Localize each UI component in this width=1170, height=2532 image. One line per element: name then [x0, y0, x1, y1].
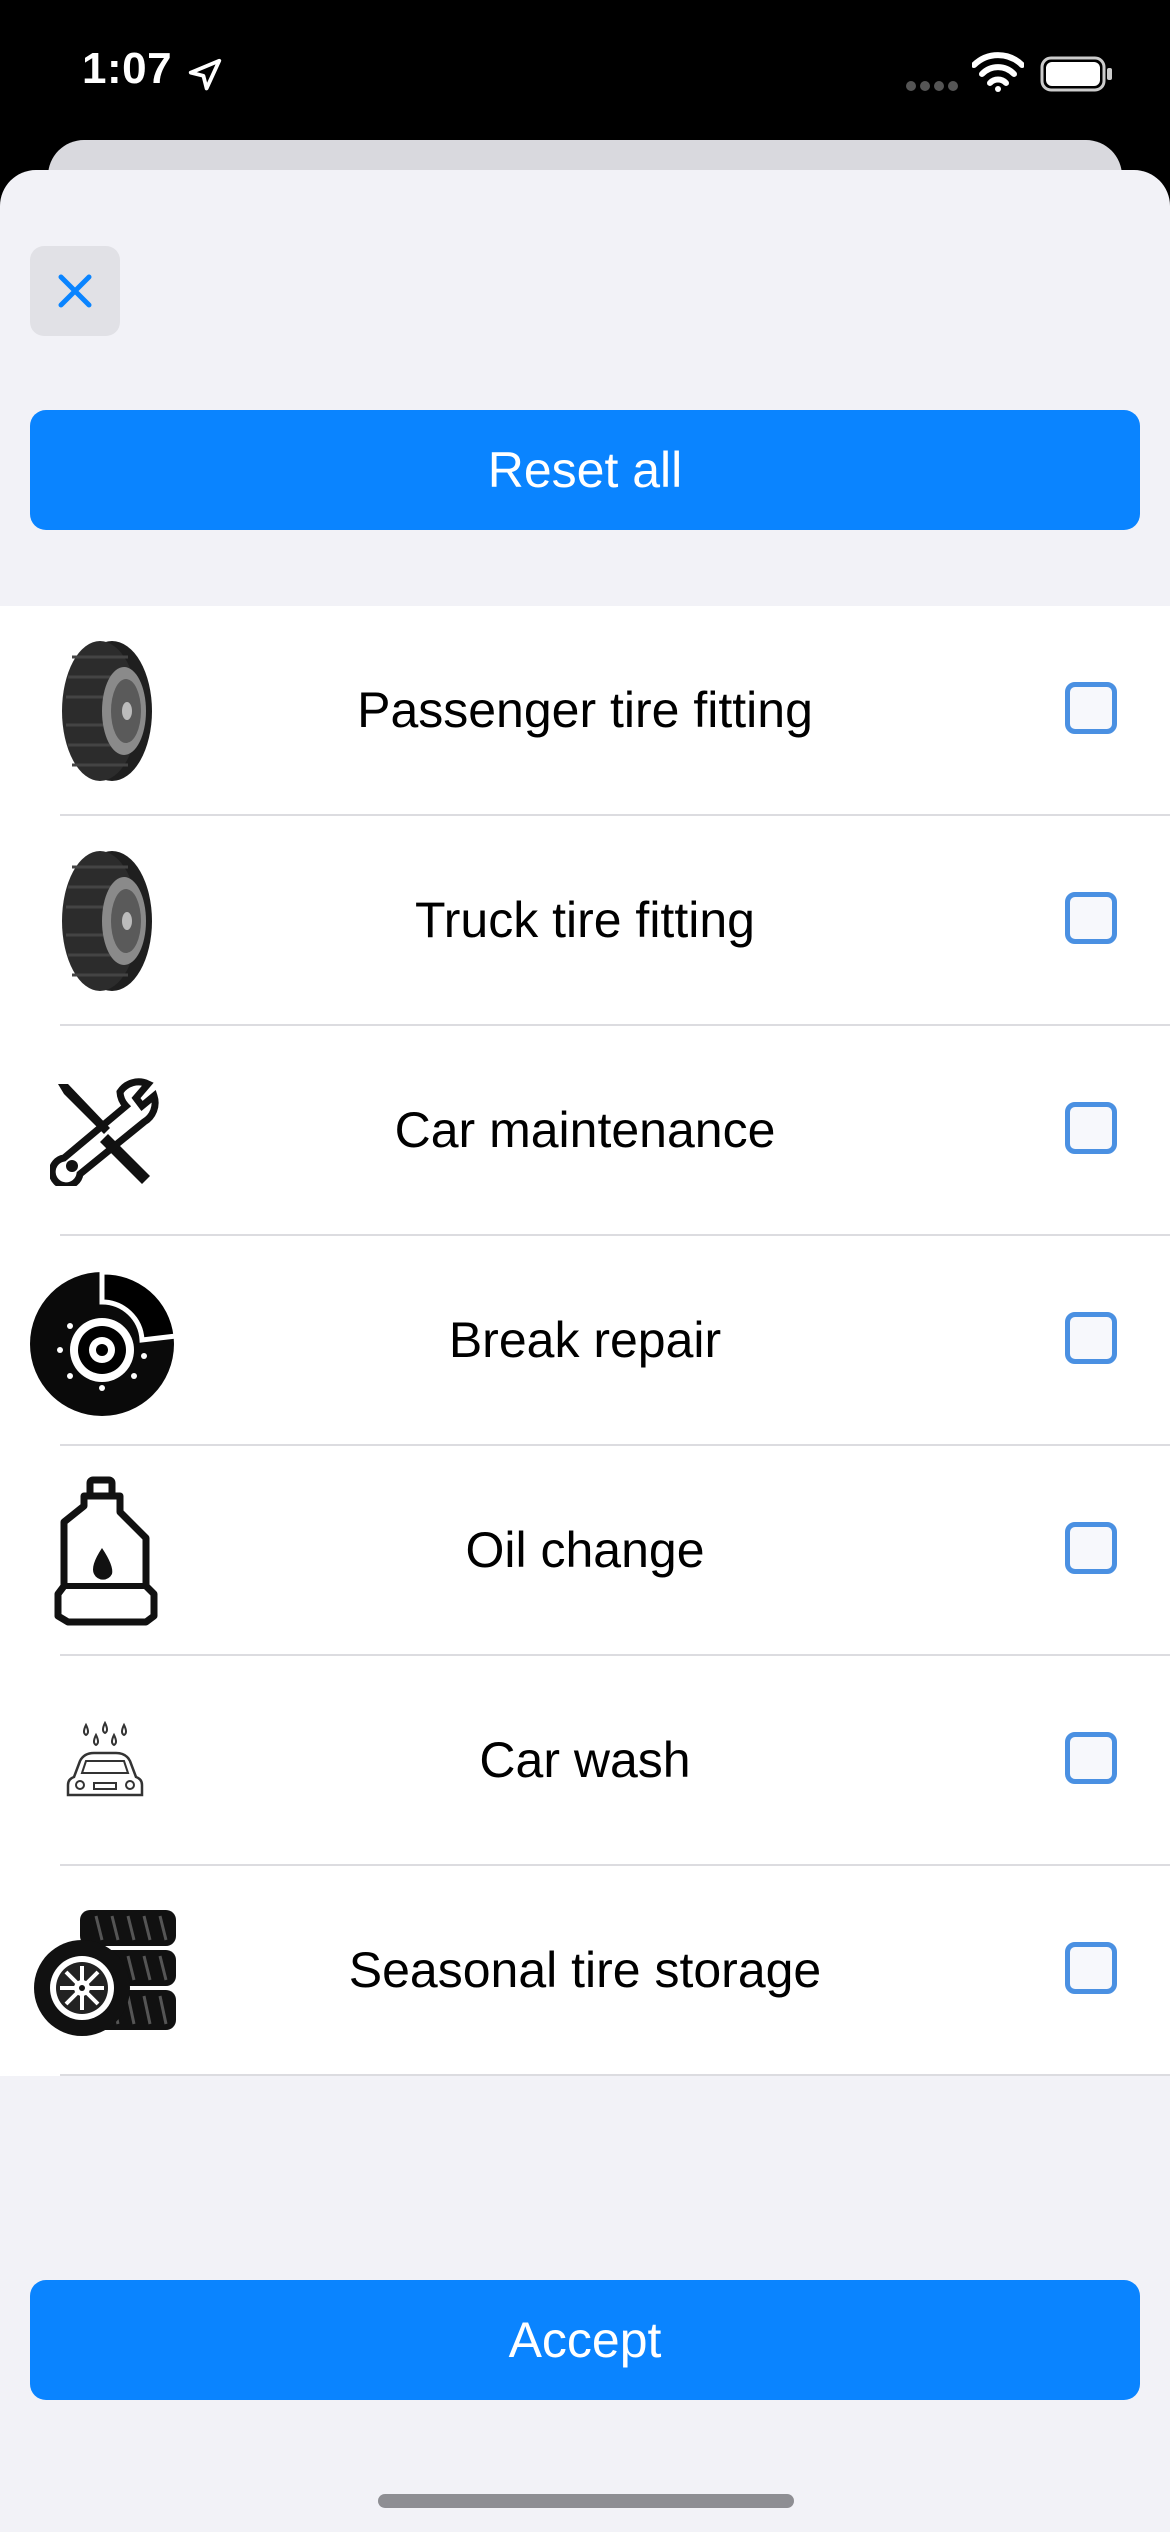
service-checkbox[interactable]	[1065, 1522, 1117, 1574]
row-divider	[60, 2074, 1170, 2076]
services-list: Passenger tire fitting Truck tire fittin…	[0, 606, 1170, 2076]
oil-canister-icon	[30, 1471, 180, 1631]
cellular-signal-icon	[906, 81, 958, 91]
service-label: Break repair	[448, 1312, 722, 1368]
close-button[interactable]	[30, 246, 120, 336]
list-item[interactable]: Passenger tire fitting	[0, 606, 1170, 816]
wifi-icon	[972, 52, 1024, 92]
brake-disc-icon	[30, 1261, 180, 1421]
list-item[interactable]: Truck tire fitting	[0, 816, 1170, 1026]
list-item[interactable]: Break repair	[0, 1236, 1170, 1446]
list-item[interactable]: Car maintenance	[0, 1026, 1170, 1236]
accept-button[interactable]: Accept	[30, 2280, 1140, 2400]
wrench-screwdriver-icon	[30, 1051, 180, 1211]
car-wash-icon	[30, 1681, 180, 1841]
service-checkbox[interactable]	[1065, 1312, 1117, 1364]
service-checkbox[interactable]	[1065, 892, 1117, 944]
location-arrow-icon	[188, 58, 222, 91]
service-label: Car wash	[479, 1732, 691, 1788]
service-checkbox[interactable]	[1065, 1732, 1117, 1784]
tire-icon	[30, 841, 180, 1001]
tire-stack-icon	[30, 1891, 180, 2051]
home-indicator[interactable]	[378, 2494, 794, 2508]
service-label: Passenger tire fitting	[357, 682, 813, 738]
list-item[interactable]: Oil change	[0, 1446, 1170, 1656]
list-item[interactable]: Seasonal tire storage	[0, 1866, 1170, 2076]
battery-icon	[1040, 56, 1112, 92]
service-checkbox[interactable]	[1065, 1942, 1117, 1994]
status-time: 1:07	[82, 44, 173, 93]
service-label: Seasonal tire storage	[348, 1942, 822, 1998]
service-checkbox[interactable]	[1065, 682, 1117, 734]
status-bar: 1:07	[0, 0, 1170, 150]
filter-sheet: Reset all Passenger tire fitting Truck t…	[0, 170, 1170, 2532]
reset-all-button[interactable]: Reset all	[30, 410, 1140, 530]
service-label: Truck tire fitting	[415, 892, 755, 948]
list-item[interactable]: Car wash	[0, 1656, 1170, 1866]
service-label: Oil change	[465, 1522, 705, 1578]
tire-icon	[30, 631, 180, 791]
close-icon	[58, 274, 92, 308]
service-label: Car maintenance	[394, 1102, 776, 1158]
service-checkbox[interactable]	[1065, 1102, 1117, 1154]
